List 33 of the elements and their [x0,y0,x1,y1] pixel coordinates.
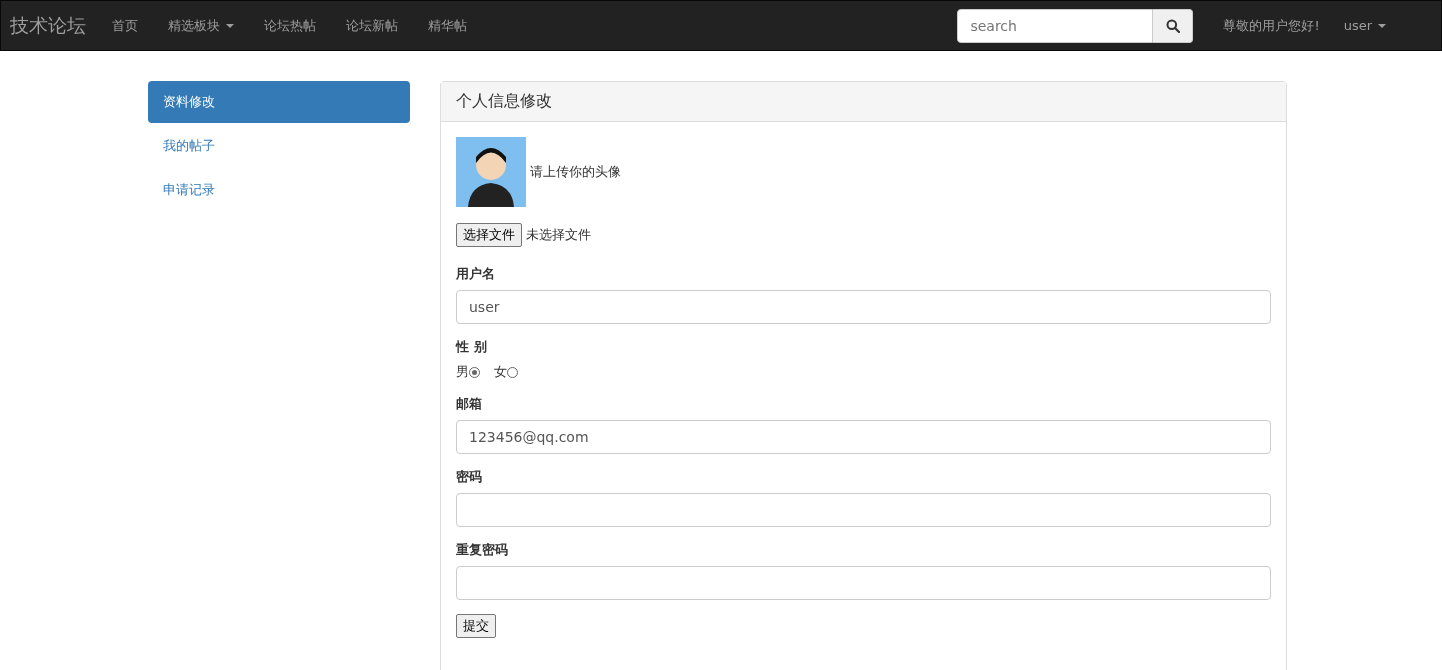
brand-link[interactable]: 技术论坛 [10,12,86,39]
avatar-hint: 请上传你的头像 [530,163,621,181]
search-icon [1165,18,1180,33]
sidebar-item[interactable]: 资料修改 [148,81,410,123]
password-field[interactable] [456,493,1271,527]
field-label: 邮箱 [456,395,483,413]
sidebar-item[interactable]: 我的帖子 [148,125,410,167]
user-menu[interactable]: user [1343,18,1386,33]
file-status: 未选择文件 [526,226,591,244]
avatar-placeholder [456,137,526,207]
field-label: 重复密码 [456,541,509,559]
search-button[interactable] [1153,8,1194,43]
password-field[interactable] [456,566,1271,600]
nav-link[interactable]: 论坛热帖 [264,16,316,35]
greeting-text: 尊敬的用户您好! [1223,16,1320,35]
nav-link[interactable]: 精选板块 [168,16,234,35]
choose-file-button[interactable]: 选择文件 [456,223,522,247]
radio-label: 男 [456,363,469,381]
input-field[interactable]: user [456,290,1271,324]
submit-button[interactable]: 提交 [456,614,496,638]
field-label: 密码 [456,468,483,486]
panel-title: 个人信息修改 [456,91,552,110]
search-field[interactable]: search [957,8,1154,43]
radio-label: 女 [494,363,507,381]
sidebar-item[interactable]: 申请记录 [148,169,410,211]
caret-icon [1378,23,1386,28]
nav-link[interactable]: 论坛新帖 [346,16,398,35]
nav-link[interactable]: 精华帖 [428,16,467,35]
input-field[interactable]: 123456@qq.com [456,420,1271,454]
field-label: 性 别 [456,338,488,356]
caret-icon [226,23,234,28]
field-label: 用户名 [456,265,496,283]
nav-link[interactable]: 首页 [112,16,138,35]
